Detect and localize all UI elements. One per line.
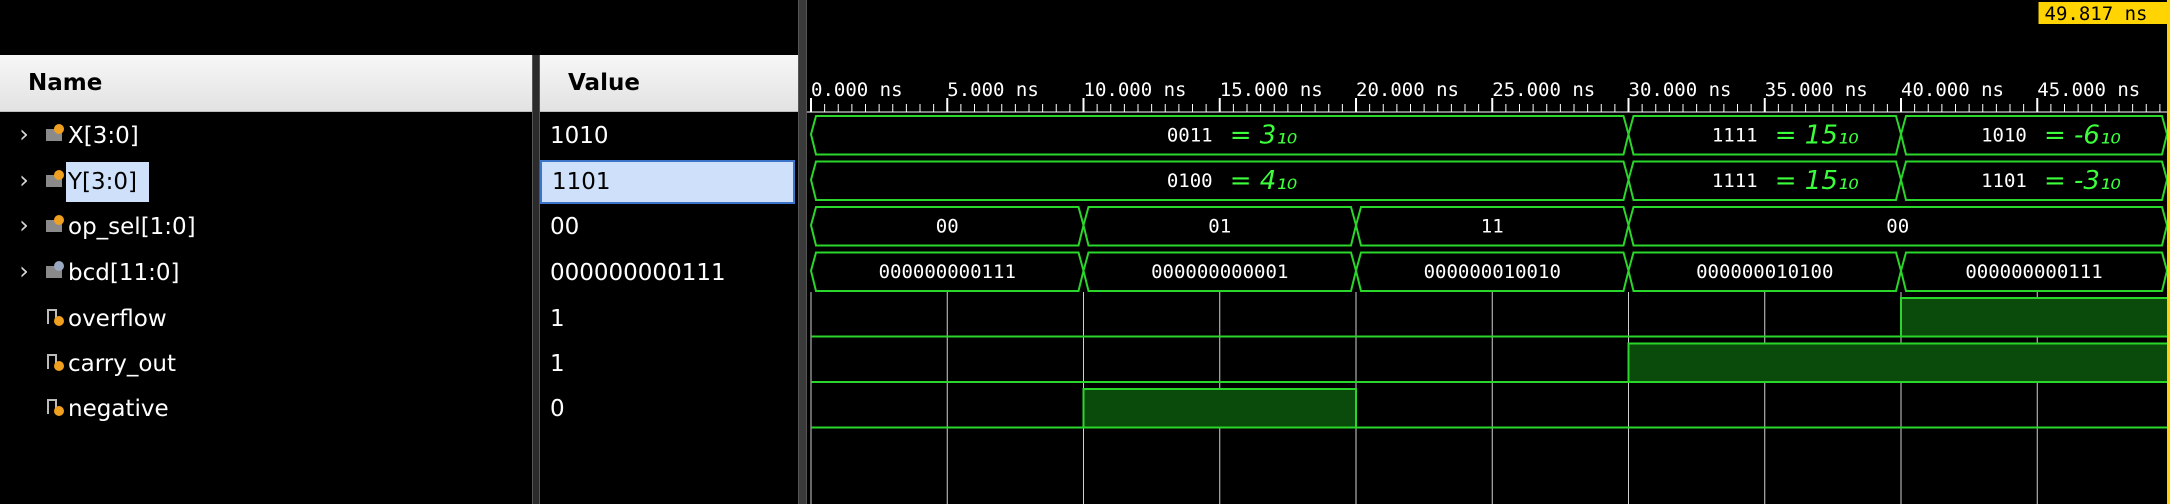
handwritten-annotation: = -6₁₀: [2044, 120, 2121, 150]
bus-signal-icon: [46, 124, 64, 141]
handwritten-annotation: = 15₁₀: [1775, 120, 1860, 150]
bus-value-label: 000000000111: [1965, 261, 2102, 283]
handwritten-annotation: = 4₁₀: [1230, 166, 1298, 196]
signal-value-panel: 1010 1101 00 000000000111 1 1 0: [540, 112, 798, 504]
bus-segment: [1627, 160, 1903, 201]
chevron-right-icon[interactable]: ›: [14, 160, 34, 204]
bus-segment: [809, 160, 1630, 201]
time-tick-label: 30.000 ns: [1629, 79, 1732, 101]
bus-value-label: 000000000001: [1151, 261, 1288, 283]
signal-value[interactable]: 1010: [540, 114, 795, 158]
signal-name: bcd[11:0]: [68, 260, 180, 286]
name-column-header[interactable]: Name: [0, 55, 532, 112]
signal-name: negative: [68, 396, 169, 422]
bus-value-label: 1111: [1712, 170, 1758, 192]
bit-signal-icon: [47, 309, 64, 326]
bus-segment: [809, 115, 1630, 156]
signal-value[interactable]: 1: [540, 342, 795, 386]
signal-value[interactable]: 0: [540, 387, 795, 431]
waveform-panel[interactable]: 0.000 ns 5.000 ns 10.000 ns 15.000 ns 20.000…: [807, 0, 2170, 504]
chevron-right-icon[interactable]: ›: [14, 251, 34, 295]
bus-value-label: 01: [1208, 215, 1231, 237]
signal-row-overflow[interactable]: overflow: [0, 297, 532, 341]
signal-row-carry-out[interactable]: carry_out: [0, 342, 532, 386]
column-splitter[interactable]: [532, 55, 540, 504]
time-tick-label: 35.000 ns: [1765, 79, 1868, 101]
time-cursor-label: 49.817 ns: [2045, 3, 2148, 25]
bus-value-label: 000000000111: [879, 261, 1016, 283]
bit-high-segment: [1082, 388, 1357, 429]
signal-row-negative[interactable]: negative: [0, 387, 532, 431]
signal-value[interactable]: 00: [540, 205, 795, 249]
signal-name: op_sel[1:0]: [68, 214, 196, 240]
chevron-right-icon[interactable]: ›: [14, 114, 34, 158]
bus-value-label: 000000010100: [1696, 261, 1833, 283]
bus-value-label: 1101: [1981, 170, 2027, 192]
time-tick-label: 25.000 ns: [1492, 79, 1595, 101]
signal-value[interactable]: 000000000111: [540, 251, 795, 295]
signal-row-y[interactable]: › Y[3:0]: [0, 160, 532, 204]
bus-value-label: 00: [1886, 215, 1909, 237]
signal-name: Y[3:0]: [66, 162, 150, 202]
bus-signal-icon: [46, 261, 64, 278]
time-tick-label: 0.000 ns: [811, 79, 903, 101]
bit-signal-icon: [47, 399, 64, 416]
handwritten-annotation: = -3₁₀: [2044, 166, 2121, 196]
bit-high-segment: [1627, 342, 2170, 383]
time-tick-label: 40.000 ns: [1901, 79, 2004, 101]
bus-value-label: 1111: [1712, 124, 1758, 146]
bus-segment: [1627, 115, 1903, 156]
bus-segment: [1899, 115, 2169, 156]
waveform-canvas[interactable]: 0.000 ns 5.000 ns 10.000 ns 15.000 ns 20.000…: [807, 0, 2170, 504]
bus-value-label: 0100: [1167, 170, 1213, 192]
bus-segment: [1899, 160, 2169, 201]
bus-signal-icon: [46, 170, 64, 187]
chevron-right-icon[interactable]: ›: [14, 205, 34, 249]
time-tick-label: 15.000 ns: [1220, 79, 1323, 101]
signal-row-bcd[interactable]: › bcd[11:0]: [0, 251, 532, 295]
bus-value-label: 11: [1481, 215, 1504, 237]
signal-row-x[interactable]: › X[3:0]: [0, 114, 532, 158]
time-tick-label: 10.000 ns: [1084, 79, 1187, 101]
bus-value-label: 1010: [1981, 124, 2027, 146]
wave-panel-splitter[interactable]: [798, 0, 807, 504]
value-column-header[interactable]: Value: [540, 55, 798, 112]
bit-signal-icon: [47, 354, 64, 371]
time-tick-label: 45.000 ns: [2037, 79, 2140, 101]
signal-value[interactable]: 1101: [540, 160, 795, 204]
time-tick-label: 20.000 ns: [1356, 79, 1459, 101]
bus-signal-icon: [46, 215, 64, 232]
signal-name-panel: Name › X[3:0] › Y[3:0] › op_sel[1:0] › b…: [0, 0, 532, 504]
signal-name: carry_out: [68, 351, 177, 377]
bit-high-segment: [1900, 297, 2170, 338]
signal-value[interactable]: 1: [540, 297, 795, 341]
bus-value-label: 00: [936, 215, 959, 237]
handwritten-annotation: = 3₁₀: [1230, 120, 1298, 150]
signal-name: X[3:0]: [68, 123, 139, 149]
bus-value-label: 000000010010: [1424, 261, 1561, 283]
bus-value-label: 0011: [1167, 124, 1213, 146]
signal-name: overflow: [68, 306, 167, 332]
handwritten-annotation: = 15₁₀: [1775, 166, 1860, 196]
time-tick-label: 5.000 ns: [947, 79, 1039, 101]
signal-row-op-sel[interactable]: › op_sel[1:0]: [0, 205, 532, 249]
